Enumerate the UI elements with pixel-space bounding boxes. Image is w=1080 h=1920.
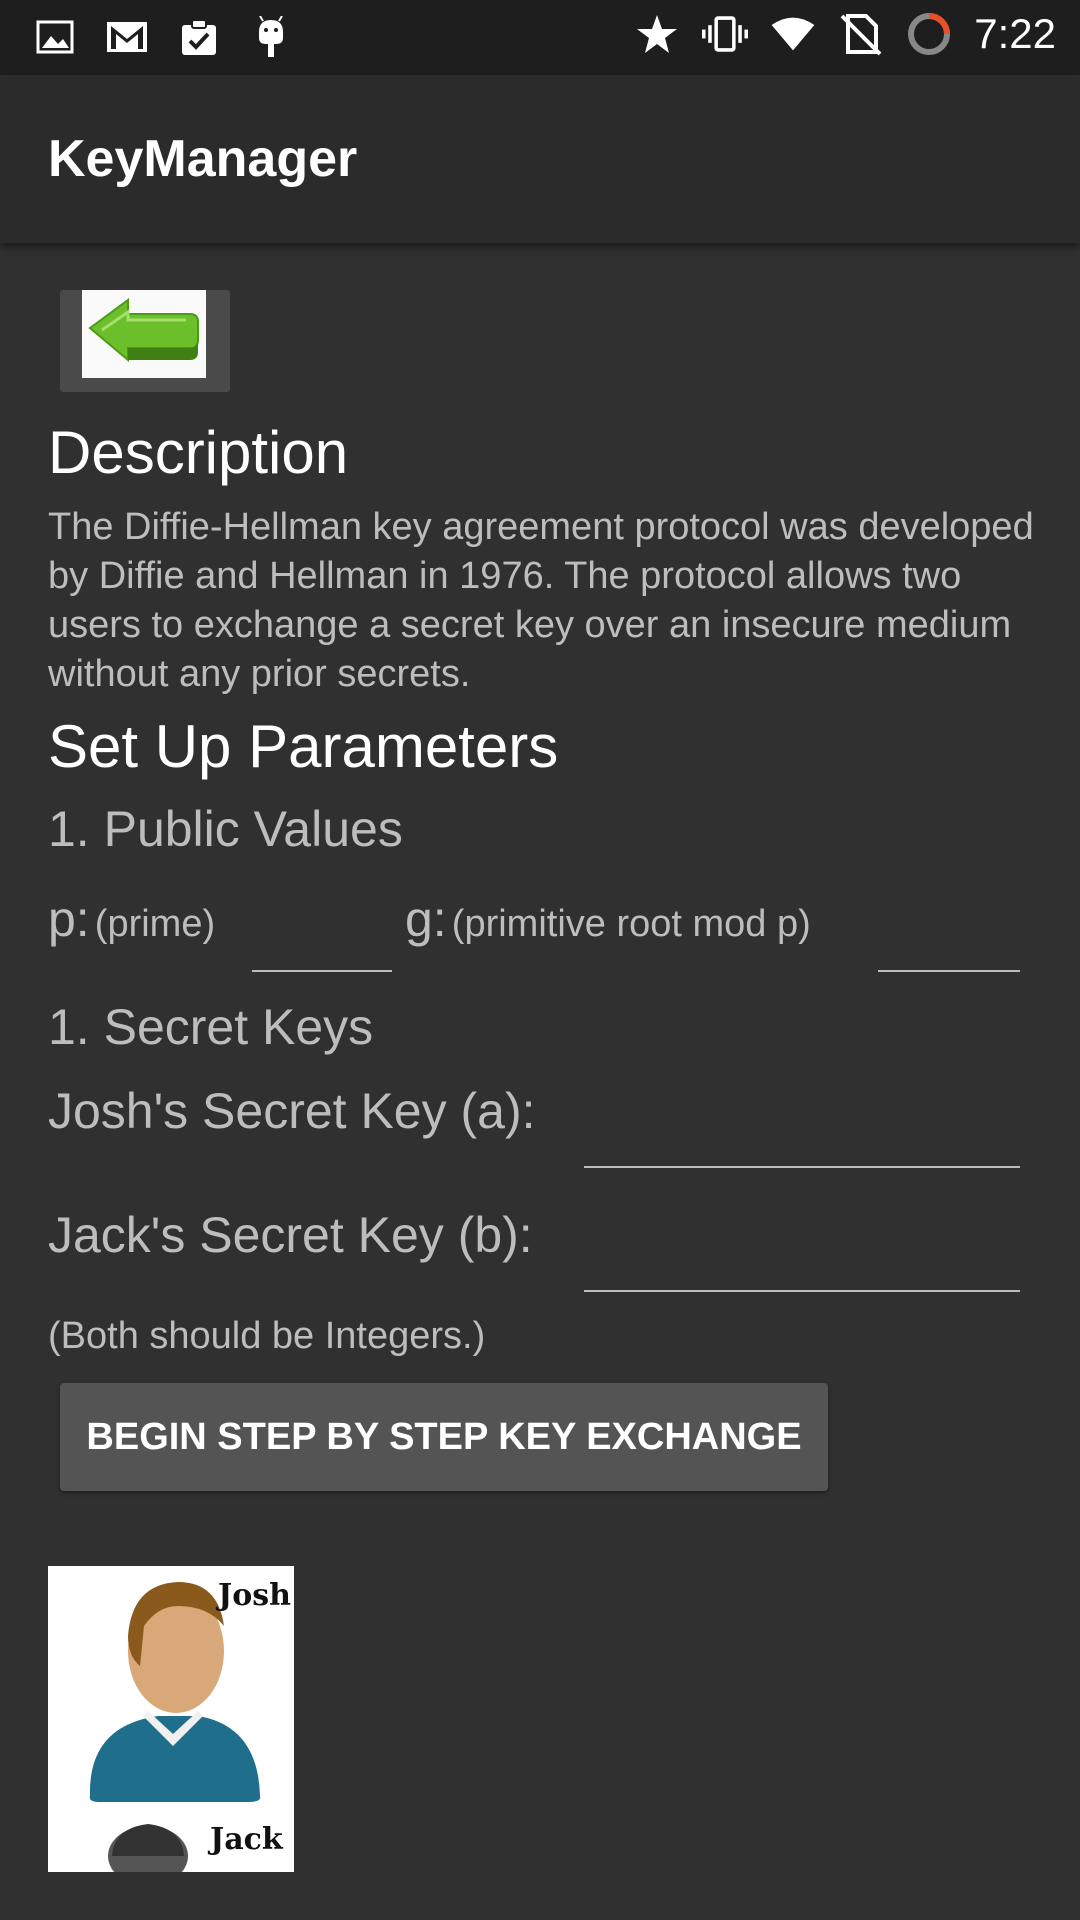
integer-hint: (Both should be Integers.) (48, 1315, 486, 1357)
josh-key-input[interactable] (584, 1090, 1020, 1168)
p-label-group: p: (prime) (48, 890, 215, 948)
jack-key-input[interactable] (584, 1214, 1020, 1292)
notification-icons (32, 14, 294, 60)
p-hint: (prime) (94, 903, 216, 945)
description-heading: Description (48, 419, 349, 486)
josh-key-label: Josh's Secret Key (a): (48, 1083, 536, 1139)
begin-key-exchange-button[interactable]: BEGIN STEP BY STEP KEY EXCHANGE (60, 1383, 828, 1491)
back-button-image (82, 290, 206, 378)
android-icon (248, 14, 294, 60)
public-values-heading: 1. Public Values (48, 801, 403, 857)
gmail-icon (104, 14, 150, 60)
setup-heading: Set Up Parameters (48, 713, 559, 780)
g-label: g: (405, 891, 447, 947)
josh-jack-avatar-image: Josh Jack (48, 1566, 294, 1872)
back-button[interactable] (60, 290, 230, 392)
app-bar: KeyManager (0, 75, 1080, 243)
g-input[interactable] (878, 900, 1020, 972)
vibrate-icon (702, 11, 749, 57)
system-icons: 7:22 (634, 10, 1056, 58)
p-label: p: (48, 891, 90, 947)
green-back-arrow-icon (88, 298, 199, 363)
no-sim-icon (838, 11, 884, 57)
g-label-group: g: (primitive root mod p) (405, 890, 811, 948)
p-input[interactable] (252, 900, 392, 972)
app-title: KeyManager (48, 130, 358, 188)
status-time: 7:22 (974, 10, 1056, 57)
wifi-icon (770, 11, 816, 57)
status-bar: 7:22 (0, 0, 1080, 75)
loading-icon (906, 11, 952, 57)
secret-keys-heading: 1. Secret Keys (48, 999, 374, 1055)
josh-name-label: Josh (218, 1578, 291, 1613)
star-icon (634, 11, 680, 57)
image-icon (32, 14, 78, 60)
description-body: The Diffie-Hellman key agreement protoco… (48, 506, 1034, 695)
jack-name-label: Jack (210, 1822, 283, 1857)
g-hint: (primitive root mod p) (451, 903, 811, 945)
clipboard-check-icon (176, 14, 222, 60)
jack-key-label: Jack's Secret Key (b): (48, 1207, 533, 1263)
